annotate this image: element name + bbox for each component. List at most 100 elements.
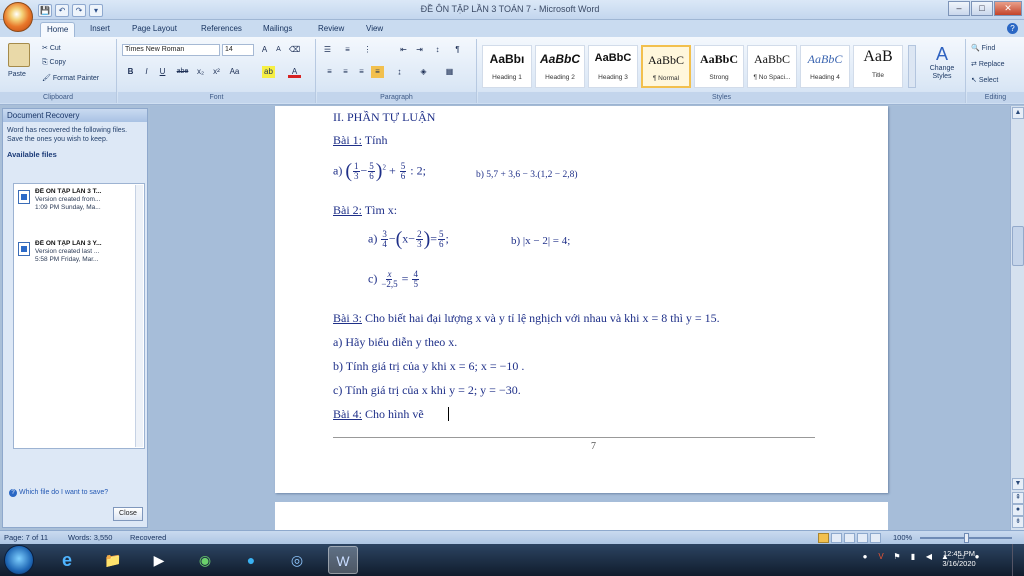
previous-page-icon[interactable]: ⇞ [1012,492,1024,504]
exercise-title: Tìm x: [364,203,398,217]
align-center-icon[interactable]: ≡ [339,66,352,78]
font-size-field[interactable]: 14 [222,44,254,56]
recovery-file-item[interactable]: ĐỀ ÔN TẬP LẦN 3 T... Version created fro… [18,188,128,228]
tab-insert[interactable]: Insert [84,22,116,37]
italic-button[interactable]: I [140,66,153,78]
paste-button[interactable]: Paste [8,71,26,78]
browse-object-icon[interactable]: ● [1012,504,1024,516]
clock[interactable]: 12:45 PM 3/16/2020 [934,549,984,569]
word-count[interactable]: Words: 3,550 [68,533,112,542]
which-file-link[interactable]: ? Which file do I want to save? [9,489,108,497]
change-styles-button[interactable]: A Change Styles [922,43,962,91]
cut-button[interactable]: ✂ Cut [42,44,61,52]
recovery-close-button[interactable]: Close [113,507,143,521]
tab-review[interactable]: Review [312,22,350,37]
style-heading-2[interactable]: AaBbC Heading 2 [535,45,585,88]
tab-page-layout[interactable]: Page Layout [126,22,183,37]
underline-button[interactable]: U [156,66,169,78]
page-count[interactable]: Page: 7 of 11 [4,533,48,542]
minimize-button[interactable]: – [948,1,970,16]
line-spacing-icon[interactable]: ↨ [393,66,406,78]
clear-formatting-icon[interactable]: ⌫ [288,44,301,56]
office-button[interactable] [3,2,33,32]
style-heading-1[interactable]: AaBbı Heading 1 [482,45,532,88]
flag-icon[interactable]: ⚑ [892,552,902,562]
full-screen-icon[interactable] [831,533,842,543]
network-icon[interactable]: ▮ [908,552,918,562]
customize-qat-icon[interactable]: ▾ [89,3,103,17]
styles-scroll[interactable] [908,45,916,88]
volume-icon[interactable]: ◀ [924,552,934,562]
browser-icon[interactable]: ◉ [190,546,220,574]
bold-button[interactable]: B [124,66,137,78]
copy-button[interactable]: ⎘ Copy [42,59,66,67]
tab-home[interactable]: Home [40,22,76,37]
word-taskbar-icon[interactable]: W [328,546,358,574]
file-explorer-icon[interactable]: 📁 [98,546,128,574]
draft-icon[interactable] [870,533,881,543]
shrink-font-icon[interactable]: A [272,44,285,56]
zoom-level[interactable]: 100% [893,533,912,542]
show-marks-icon[interactable]: ¶ [451,44,464,56]
web-layout-icon[interactable] [844,533,855,543]
format-painter-button[interactable]: 🖌 Format Painter [42,74,99,82]
select-button[interactable]: ↖ Select [971,76,998,84]
justify-icon[interactable]: ≡ [371,66,384,78]
multilevel-list-icon[interactable]: ⋮ [361,44,374,56]
zoom-slider-thumb[interactable] [964,533,969,543]
subscript-button[interactable]: x₂ [194,66,207,78]
tab-mailings[interactable]: Mailings [257,22,298,37]
help-icon[interactable]: ? [1007,23,1018,34]
tray-app-icon[interactable]: ● [860,552,870,562]
outline-icon[interactable] [857,533,868,543]
align-right-icon[interactable]: ≡ [355,66,368,78]
style-heading-4[interactable]: AaBbC Heading 4 [800,45,850,88]
internet-explorer-icon[interactable]: e [52,546,82,574]
close-button[interactable]: ✕ [994,1,1022,16]
scroll-thumb[interactable] [1012,226,1024,266]
undo-icon[interactable]: ↶ [55,3,69,17]
bullets-icon[interactable]: ☰ [321,44,334,56]
next-page-icon[interactable]: ⇟ [1012,516,1024,528]
vertical-scrollbar[interactable]: ▲ ▼ ⇞ ● ⇟ [1010,106,1024,530]
media-player-icon[interactable]: ▶ [144,546,174,574]
start-button[interactable] [4,545,34,575]
messenger-icon[interactable]: ● [236,546,266,574]
decrease-indent-icon[interactable]: ⇤ [397,44,410,56]
paste-icon[interactable] [8,43,30,67]
font-name-field[interactable]: Times New Roman [122,44,220,56]
style-normal[interactable]: AaBbC ¶ Normal [641,45,691,88]
style-heading-3[interactable]: AaBbC Heading 3 [588,45,638,88]
style-title[interactable]: AaB Title [853,45,903,88]
print-layout-icon[interactable] [818,533,829,543]
tab-view[interactable]: View [360,22,389,37]
recovery-scrollbar[interactable] [135,185,143,447]
recovery-file-item[interactable]: ĐỀ ÔN TẬP LẦN 3 Y... Version created las… [18,240,128,280]
numbering-icon[interactable]: ≡ [341,44,354,56]
find-button[interactable]: 🔍 Find [971,44,995,52]
font-color-icon[interactable]: A [288,66,301,78]
superscript-button[interactable]: x² [210,66,223,78]
save-icon[interactable]: 💾 [38,3,52,17]
change-case-button[interactable]: Aa [228,66,241,78]
document-page-next[interactable] [275,502,888,530]
maximize-button[interactable]: □ [971,1,993,16]
align-left-icon[interactable]: ≡ [323,66,336,78]
style-no-spacing[interactable]: AaBbC ¶ No Spaci... [747,45,797,88]
strikethrough-button[interactable]: abe [176,66,189,78]
scroll-down-icon[interactable]: ▼ [1012,478,1024,490]
zalo-icon[interactable]: ◎ [282,546,312,574]
sort-icon[interactable]: ↕ [431,44,444,56]
style-strong[interactable]: AaBbC Strong [694,45,744,88]
shading-icon[interactable]: ◈ [417,66,430,78]
scroll-up-icon[interactable]: ▲ [1012,107,1024,119]
increase-indent-icon[interactable]: ⇥ [413,44,426,56]
highlight-icon[interactable]: ab [262,66,275,78]
replace-button[interactable]: ⇄ Replace [971,60,1005,68]
borders-icon[interactable]: ▦ [443,66,456,78]
redo-icon[interactable]: ↷ [72,3,86,17]
show-desktop-button[interactable] [1012,544,1024,576]
antivirus-icon[interactable]: V [876,552,886,562]
grow-font-icon[interactable]: A [258,44,271,56]
tab-references[interactable]: References [195,22,248,37]
